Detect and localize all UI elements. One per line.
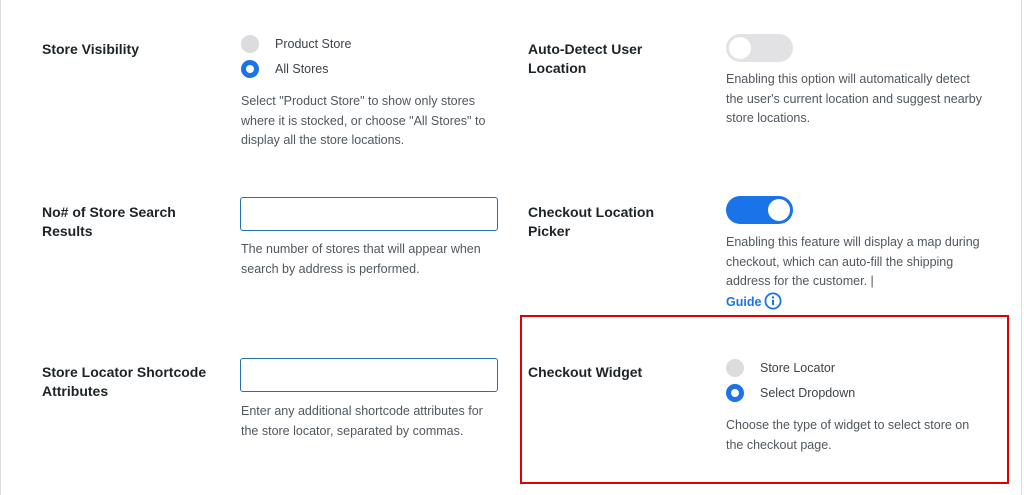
auto-detect-description: Enabling this option will automatically … <box>726 72 983 125</box>
guide-link-label[interactable]: Guide <box>726 295 761 309</box>
auto-detect-toggle[interactable] <box>726 34 793 62</box>
radio-product-store-label[interactable]: Product Store <box>275 37 351 51</box>
shortcode-description: Enter any additional shortcode attribute… <box>241 404 483 438</box>
store-visibility-description: Select "Product Store" to show only stor… <box>241 94 486 147</box>
store-visibility-label: Store Visibility <box>42 41 139 57</box>
radio-product-store[interactable]: Product Store <box>241 34 351 54</box>
checkout-picker-toggle[interactable] <box>726 196 793 224</box>
checkout-picker-description-block: Enabling this feature will display a map… <box>726 233 988 316</box>
shortcode-input[interactable] <box>240 358 498 392</box>
search-results-input[interactable] <box>240 197 498 231</box>
auto-detect-label: Auto-Detect User Location <box>528 41 643 76</box>
radio-all-stores[interactable]: All Stores <box>241 59 329 79</box>
toggle-knob <box>729 37 751 59</box>
search-results-label: No# of Store Search Results <box>42 204 176 239</box>
radio-all-stores-circle[interactable] <box>241 60 259 78</box>
radio-product-store-circle[interactable] <box>241 35 259 53</box>
shortcode-label: Store Locator Shortcode Attributes <box>42 364 207 399</box>
highlight-box <box>520 315 1009 484</box>
radio-all-stores-label[interactable]: All Stores <box>275 62 329 76</box>
checkout-picker-description: Enabling this feature will display a map… <box>726 235 980 288</box>
search-results-description: The number of stores that will appear wh… <box>241 242 481 276</box>
toggle-knob <box>768 199 790 221</box>
guide-link[interactable]: Guide <box>726 292 782 309</box>
info-icon[interactable] <box>764 292 782 317</box>
checkout-picker-label: Checkout Location Picker <box>528 204 655 239</box>
